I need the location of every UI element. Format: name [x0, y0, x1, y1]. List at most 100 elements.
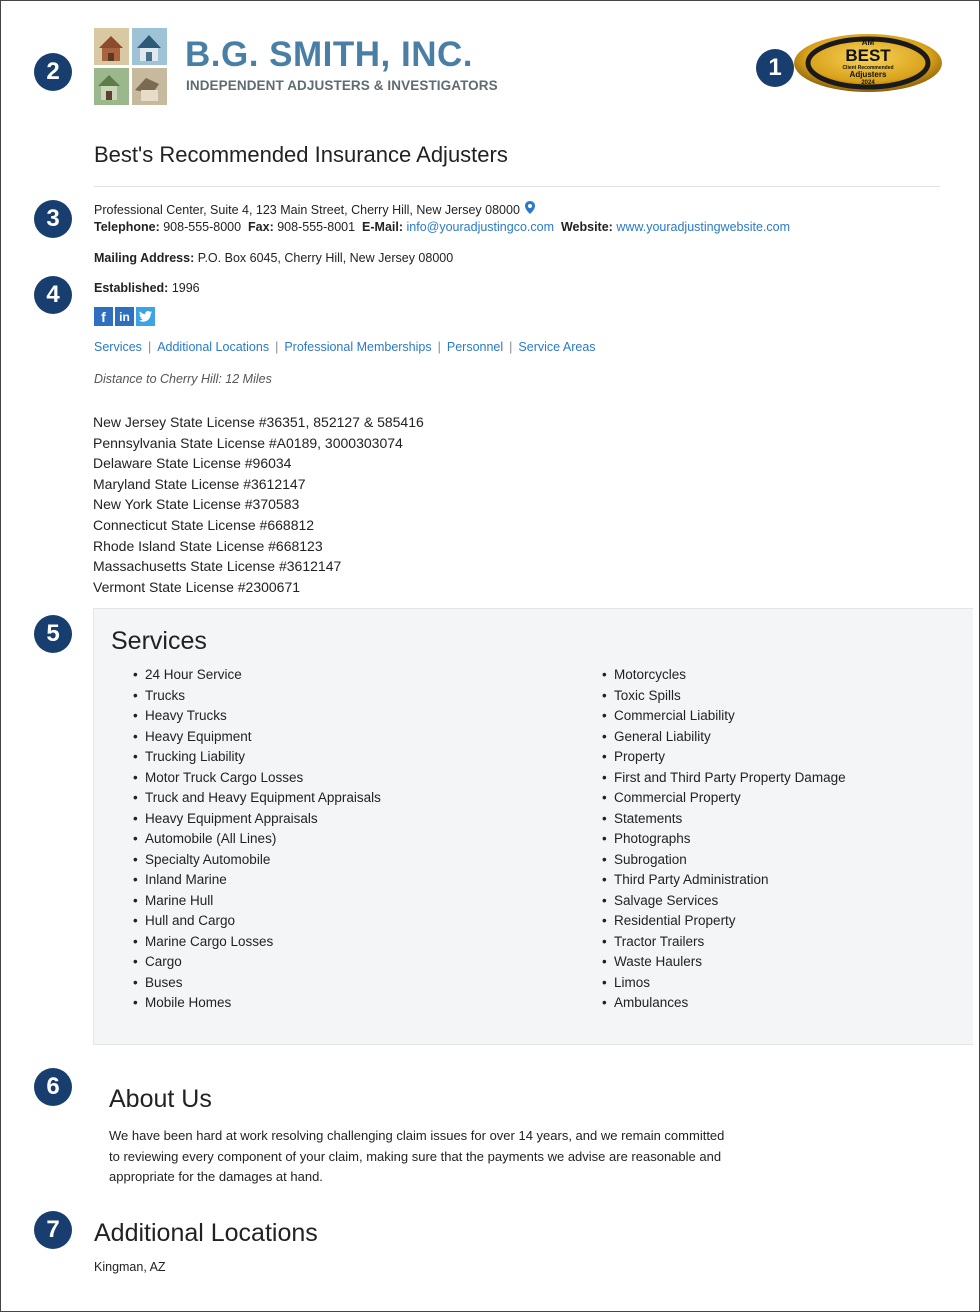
service-item: Truck and Heavy Equipment Appraisals — [131, 788, 381, 809]
service-item: Tractor Trailers — [600, 932, 846, 953]
license-item: Vermont State License #2300671 — [93, 578, 301, 595]
nav-additional-locations[interactable]: Additional Locations — [157, 340, 269, 354]
nav-service-areas[interactable]: Service Areas — [518, 340, 595, 354]
service-item: Photographs — [600, 829, 846, 850]
twitter-icon[interactable] — [136, 307, 155, 326]
service-item: Commercial Liability — [600, 706, 846, 727]
license-item: Pennsylvania State License #A0189, 30003… — [93, 434, 403, 451]
service-item: Mobile Homes — [131, 993, 381, 1014]
service-item: First and Third Party Property Damage — [600, 768, 846, 789]
service-item: Statements — [600, 809, 846, 830]
service-item: Cargo — [131, 952, 381, 973]
services-list-left: 24 Hour ServiceTrucksHeavy TrucksHeavy E… — [131, 665, 381, 1014]
license-item: Delaware State License #96034 — [93, 455, 292, 472]
service-item: Heavy Equipment Appraisals — [131, 809, 381, 830]
mailing-address: Mailing Address: P.O. Box 6045, Cherry H… — [94, 251, 453, 265]
service-item: Property — [600, 747, 846, 768]
divider — [94, 186, 940, 187]
marker-1: 1 — [756, 49, 794, 87]
map-pin-icon[interactable] — [524, 201, 535, 217]
location-item: Kingman, AZ — [94, 1260, 166, 1274]
service-item: Salvage Services — [600, 891, 846, 912]
service-item: Marine Hull — [131, 891, 381, 912]
badge-main: BEST — [845, 46, 891, 65]
license-list: New Jersey State License #36351, 852127 … — [93, 412, 424, 597]
license-item: Massachusetts State License #3612147 — [93, 558, 342, 575]
section-nav: Services | Additional Locations | Profession… — [94, 340, 596, 354]
page-title: Best's Recommended Insurance Adjusters — [94, 142, 508, 167]
service-item: 24 Hour Service — [131, 665, 381, 686]
service-item: Toxic Spills — [600, 686, 846, 707]
contact-line: Telephone: 908-555-8000 Fax: 908-555-800… — [94, 220, 790, 234]
service-item: Heavy Trucks — [131, 706, 381, 727]
house-tile-icon — [132, 68, 167, 105]
company-logo[interactable] — [94, 28, 168, 106]
badge-year: 2024 — [861, 80, 875, 86]
service-item: Marine Cargo Losses — [131, 932, 381, 953]
service-item: Residential Property — [600, 911, 846, 932]
service-item: Waste Haulers — [600, 952, 846, 973]
service-item: Trucking Liability — [131, 747, 381, 768]
website-link[interactable]: www.youradjustingwebsite.com — [616, 220, 790, 234]
company-tagline: INDEPENDENT ADJUSTERS & INVESTIGATORS — [186, 78, 498, 93]
linkedin-icon[interactable]: in — [115, 307, 134, 326]
service-item: Inland Marine — [131, 870, 381, 891]
license-item: Maryland State License #3612147 — [93, 475, 306, 492]
house-tile-icon — [94, 28, 129, 65]
service-item: Buses — [131, 973, 381, 994]
license-item: New York State License #370583 — [93, 496, 300, 513]
about-text: We have been hard at work resolving chal… — [109, 1128, 725, 1184]
email-label: E-Mail: — [362, 220, 404, 234]
fax-label: Fax: — [248, 220, 274, 234]
badge-line2: Adjusters — [850, 70, 887, 79]
social-links: f in — [94, 307, 155, 326]
email-link[interactable]: info@youradjustingco.com — [407, 220, 555, 234]
am-best-badge: AM BEST Client Recommended Adjusters 202… — [793, 33, 943, 93]
license-item: Rhode Island State License #668123 — [93, 537, 323, 554]
website-label: Website: — [560, 220, 613, 234]
marker-3: 3 — [34, 200, 72, 238]
services-heading: Services — [111, 627, 207, 655]
facebook-icon[interactable]: f — [94, 307, 113, 326]
marker-5: 5 — [34, 615, 72, 653]
mailing-label: Mailing Address: — [94, 251, 195, 265]
fax-value: 908-555-8001 — [277, 220, 356, 234]
nav-services[interactable]: Services — [94, 340, 142, 354]
established-value: 1996 — [171, 281, 200, 295]
distance-text: Distance to Cherry Hill: 12 Miles — [94, 372, 272, 386]
established-label: Established: — [94, 281, 169, 295]
established: Established: 1996 — [94, 281, 200, 295]
service-item: Ambulances — [600, 993, 846, 1014]
house-tile-icon — [94, 68, 129, 105]
service-item: Specialty Automobile — [131, 850, 381, 871]
service-item: General Liability — [600, 727, 846, 748]
house-tile-icon — [132, 28, 167, 65]
service-item: Third Party Administration — [600, 870, 846, 891]
service-item: Automobile (All Lines) — [131, 829, 381, 850]
service-item: Limos — [600, 973, 846, 994]
telephone-value: 908-555-8000 — [163, 220, 242, 234]
company-name: B.G. SMITH, INC. — [185, 35, 473, 74]
license-item: Connecticut State License #668812 — [93, 516, 315, 533]
nav-professional-memberships[interactable]: Professional Memberships — [284, 340, 431, 354]
service-item: Subrogation — [600, 850, 846, 871]
marker-4: 4 — [34, 276, 72, 314]
service-item: Motorcycles — [600, 665, 846, 686]
address-text: Professional Center, Suite 4, 123 Main S… — [94, 203, 520, 217]
service-item: Heavy Equipment — [131, 727, 381, 748]
mailing-value: P.O. Box 6045, Cherry Hill, New Jersey 0… — [197, 251, 454, 265]
nav-personnel[interactable]: Personnel — [447, 340, 503, 354]
about-heading: About Us — [109, 1085, 212, 1113]
marker-7: 7 — [34, 1211, 72, 1249]
service-item: Motor Truck Cargo Losses — [131, 768, 381, 789]
marker-6: 6 — [34, 1068, 72, 1106]
services-list-right: MotorcyclesToxic SpillsCommercial Liabil… — [600, 665, 846, 1014]
service-item: Trucks — [131, 686, 381, 707]
service-item: Commercial Property — [600, 788, 846, 809]
telephone-label: Telephone: — [94, 220, 160, 234]
service-item: Hull and Cargo — [131, 911, 381, 932]
license-item: New Jersey State License #36351, 852127 … — [93, 414, 424, 430]
marker-2: 2 — [34, 53, 72, 91]
additional-locations-heading: Additional Locations — [94, 1219, 318, 1247]
address: Professional Center, Suite 4, 123 Main S… — [94, 201, 535, 217]
